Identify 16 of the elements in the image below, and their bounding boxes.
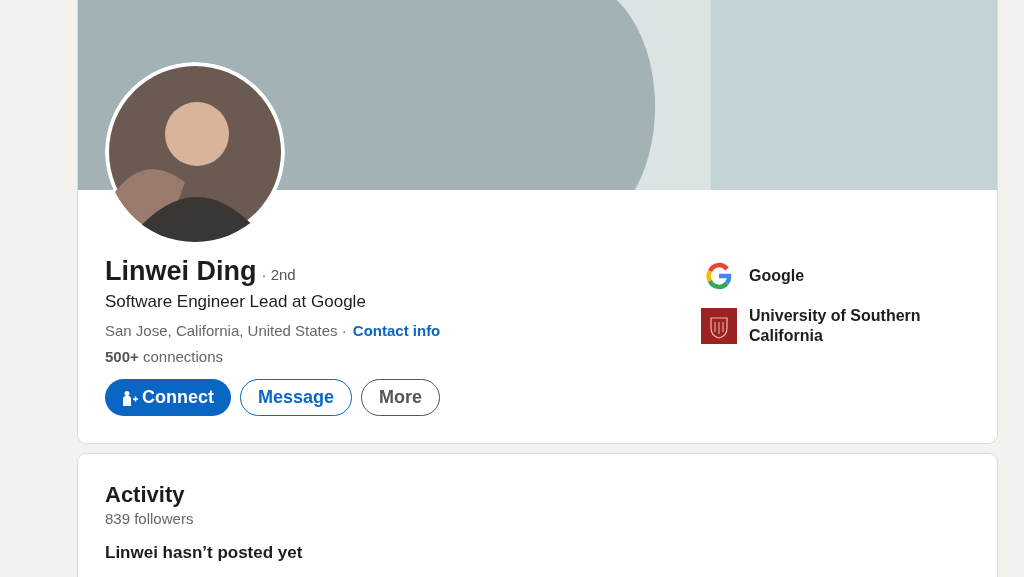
connection-degree: · 2nd	[261, 266, 296, 283]
message-button[interactable]: Message	[240, 379, 353, 416]
profile-headline: Software Engineer Lead at Google	[105, 292, 367, 312]
school-logo-icon	[701, 308, 737, 344]
empty-state-title: Linwei hasn’t posted yet	[105, 543, 304, 563]
connections-count: 500+ connections	[105, 348, 225, 365]
profile-name: Linwei Ding	[105, 256, 257, 287]
profile-location: San Jose, California, United States ·	[105, 322, 347, 339]
connect-button[interactable]: Connect	[105, 379, 231, 416]
followers-count: 839 followers	[105, 510, 195, 527]
add-person-icon	[122, 389, 138, 406]
section-title: Activity	[105, 482, 186, 508]
more-button[interactable]: More	[361, 379, 441, 416]
organization-name[interactable]: University of Southern California	[749, 306, 949, 346]
organization-name[interactable]: Google	[749, 266, 949, 286]
contact-info-link[interactable]: Contact info	[352, 322, 441, 339]
